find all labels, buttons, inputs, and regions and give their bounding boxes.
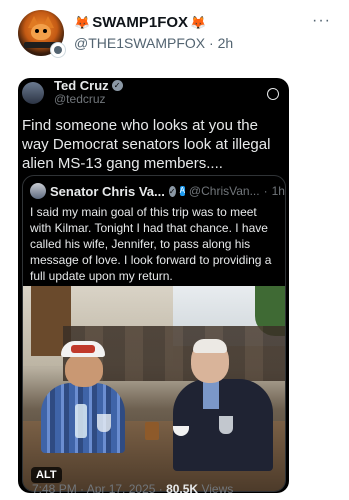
quoted-author-handle: @tedcruz <box>54 92 106 106</box>
author-handle[interactable]: @THE1SWAMPFOX <box>74 35 205 51</box>
fox-emoji-icon: 🦊 <box>190 14 207 30</box>
quoted-tweet-text: Find someone who looks at you the way De… <box>22 117 271 172</box>
quoted-author-name: Ted Cruz <box>54 78 109 93</box>
views-label: Views <box>198 482 234 493</box>
author-handle-line: @THE1SWAMPFOX · 2h <box>74 35 233 51</box>
quoted-avatar <box>22 82 44 104</box>
embedded-author-handle: @ChrisVan... <box>188 184 260 198</box>
author-display-name[interactable]: 🦊 SWAMP1FOX 🦊 <box>74 14 206 31</box>
quoted-timestamp: 7:48 PM · Apr 17, 2025 · <box>32 482 167 493</box>
government-badge-icon: A <box>179 186 185 196</box>
embedded-header: Senator Chris Va... ✓ A @ChrisVan... · 1… <box>30 183 285 199</box>
author-avatar[interactable] <box>18 10 66 58</box>
person-in-suit <box>163 339 273 471</box>
fox-emoji-icon: 🦊 <box>74 14 91 30</box>
embedded-photo: ALT <box>23 286 285 491</box>
quoted-footer: 7:48 PM · Apr 17, 2025 · 80.5K Views <box>32 482 233 493</box>
embedded-tweet-text: I said my main goal of this trip was to … <box>30 205 272 283</box>
affiliate-badge-icon <box>50 42 66 58</box>
attached-image[interactable]: Ted Cruz ✓ @tedcruz Find someone who loo… <box>18 78 289 493</box>
grok-icon <box>265 86 281 102</box>
more-options-icon[interactable]: ··· <box>312 12 331 30</box>
post-timestamp[interactable]: 2h <box>218 35 234 51</box>
verified-badge-icon: ✓ <box>168 185 176 197</box>
alt-text-badge: ALT <box>31 467 62 483</box>
embedded-author-name: Senator Chris Va... <box>50 183 165 199</box>
display-name-text: SWAMP1FOX <box>92 14 189 31</box>
embedded-timestamp: 1h <box>271 184 285 198</box>
quoted-name-row: Ted Cruz ✓ <box>54 78 123 93</box>
separator: · <box>263 184 268 198</box>
separator: · <box>209 35 214 51</box>
verified-badge-icon: ✓ <box>111 80 123 91</box>
quoted-view-count: 80.5K <box>166 482 199 493</box>
embedded-quote-card: Senator Chris Va... ✓ A @ChrisVan... · 1… <box>22 175 286 492</box>
embedded-avatar <box>30 183 46 199</box>
